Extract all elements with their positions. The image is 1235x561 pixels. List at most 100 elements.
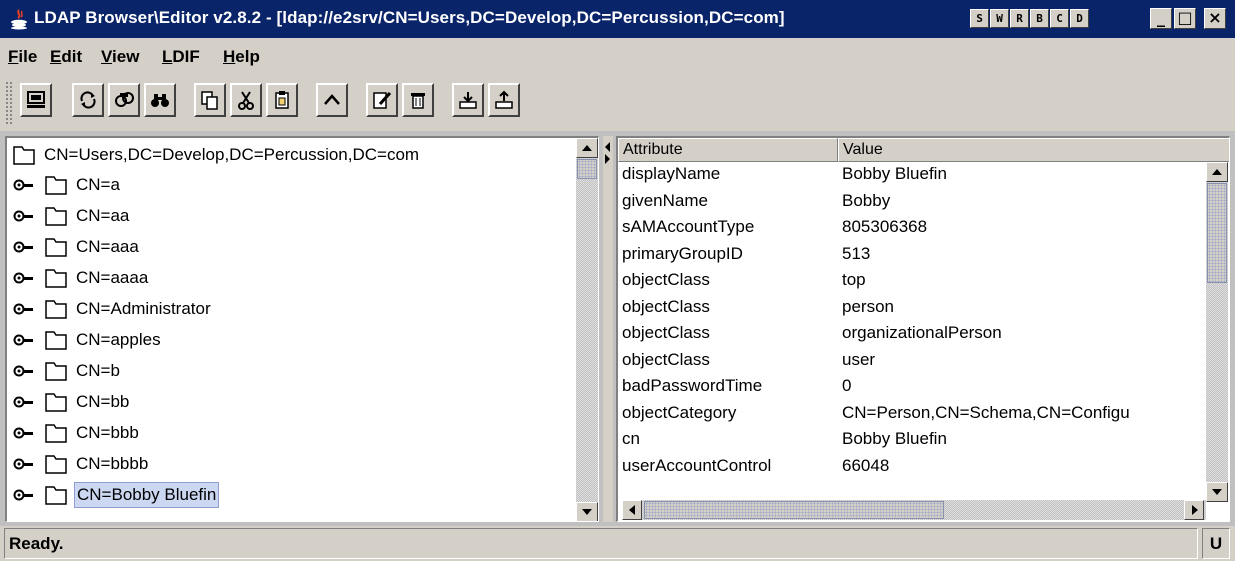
- title-bar[interactable]: LDAP Browser\Editor v2.8.2 - [ldap://e2s…: [0, 0, 1235, 38]
- menu-edit[interactable]: Edit: [50, 47, 82, 67]
- d-button[interactable]: D: [1070, 9, 1089, 28]
- c-button[interactable]: C: [1050, 9, 1069, 28]
- value-cell[interactable]: 66048: [842, 454, 1202, 478]
- table-row[interactable]: objectClass user: [618, 348, 1202, 372]
- value-cell[interactable]: Bobby Bluefin: [842, 162, 1202, 186]
- tree-item[interactable]: CN=bb: [13, 387, 131, 417]
- value-cell[interactable]: user: [842, 348, 1202, 372]
- menu-file[interactable]: File: [8, 47, 37, 67]
- table-scroll-up-button[interactable]: [1206, 162, 1228, 182]
- collapse-right-icon[interactable]: [605, 154, 610, 164]
- tree-root[interactable]: CN=Users,DC=Develop,DC=Percussion,DC=com: [13, 140, 421, 170]
- expand-key-icon[interactable]: [13, 423, 39, 443]
- w-button[interactable]: W: [990, 9, 1009, 28]
- expand-key-icon[interactable]: [13, 237, 39, 257]
- table-row[interactable]: sAMAccountType 805306368: [618, 215, 1202, 239]
- value-cell[interactable]: 805306368: [842, 215, 1202, 239]
- edit-button[interactable]: [366, 83, 398, 117]
- copy-button[interactable]: [194, 83, 226, 117]
- toolbar-grip[interactable]: [5, 81, 13, 125]
- table-row[interactable]: badPasswordTime 0: [618, 374, 1202, 398]
- paste-button[interactable]: [266, 83, 298, 117]
- attribute-cell[interactable]: givenName: [622, 189, 832, 213]
- table-row[interactable]: givenName Bobby: [618, 189, 1202, 213]
- table-row[interactable]: objectClass person: [618, 295, 1202, 319]
- menu-help[interactable]: Help: [223, 47, 260, 67]
- table-row[interactable]: objectCategory CN=Person,CN=Schema,CN=Con…: [618, 401, 1202, 425]
- table-row[interactable]: cn Bobby Bluefin: [618, 427, 1202, 451]
- expand-key-icon[interactable]: [13, 299, 39, 319]
- tree-scroll-up-button[interactable]: [576, 138, 598, 158]
- attribute-cell[interactable]: objectCategory: [622, 401, 832, 425]
- expand-key-icon[interactable]: [13, 330, 39, 350]
- r-button[interactable]: R: [1010, 9, 1029, 28]
- table-row[interactable]: primaryGroupID 513: [618, 242, 1202, 266]
- refresh-button[interactable]: [72, 83, 104, 117]
- tree-scroll-down-button[interactable]: [576, 502, 598, 521]
- tree-item[interactable]: CN=bbbb: [13, 449, 150, 479]
- minimize-button[interactable]: _: [1150, 8, 1172, 29]
- value-cell[interactable]: organizationalPerson: [842, 321, 1202, 345]
- directory-tree[interactable]: CN=Users,DC=Develop,DC=Percussion,DC=com…: [5, 136, 599, 522]
- tree-item[interactable]: CN=aaaa: [13, 263, 150, 293]
- panel-splitter[interactable]: [603, 136, 613, 522]
- table-row[interactable]: objectClass top: [618, 268, 1202, 292]
- value-cell[interactable]: 513: [842, 242, 1202, 266]
- attribute-cell[interactable]: badPasswordTime: [622, 374, 832, 398]
- value-cell[interactable]: top: [842, 268, 1202, 292]
- up-button[interactable]: [316, 83, 348, 117]
- attributes-table[interactable]: Attribute Value displayName Bobby Bluefin…: [616, 136, 1230, 522]
- search-button[interactable]: [108, 83, 140, 117]
- table-horizontal-scrollbar[interactable]: [622, 500, 1206, 520]
- collapse-left-icon[interactable]: [605, 142, 610, 152]
- column-header-attribute[interactable]: Attribute: [618, 138, 838, 162]
- b-button[interactable]: B: [1030, 9, 1049, 28]
- expand-key-icon[interactable]: [13, 175, 39, 195]
- close-button[interactable]: ×: [1204, 8, 1226, 29]
- table-row[interactable]: displayName Bobby Bluefin: [618, 162, 1202, 186]
- import-button[interactable]: [488, 83, 520, 117]
- tree-item[interactable]: CN=aa: [13, 201, 131, 231]
- expand-key-icon[interactable]: [13, 454, 39, 474]
- attribute-cell[interactable]: displayName: [622, 162, 832, 186]
- attribute-cell[interactable]: objectClass: [622, 321, 832, 345]
- table-vscroll-thumb[interactable]: [1207, 183, 1227, 283]
- tree-vertical-scrollbar[interactable]: [576, 138, 598, 521]
- menu-ldif[interactable]: LDIF: [162, 47, 200, 67]
- table-scroll-left-button[interactable]: [622, 500, 642, 520]
- expand-key-icon[interactable]: [13, 268, 39, 288]
- export-button[interactable]: [452, 83, 484, 117]
- find-button[interactable]: [144, 83, 176, 117]
- value-cell[interactable]: Bobby Bluefin: [842, 427, 1202, 451]
- attribute-cell[interactable]: userAccountControl: [622, 454, 832, 478]
- attribute-cell[interactable]: cn: [622, 427, 832, 451]
- tree-item[interactable]: CN=bbb: [13, 418, 141, 448]
- value-cell[interactable]: Bobby: [842, 189, 1202, 213]
- expand-key-icon[interactable]: [13, 361, 39, 381]
- maximize-button[interactable]: □: [1174, 8, 1196, 29]
- attribute-cell[interactable]: objectClass: [622, 295, 832, 319]
- value-cell[interactable]: 0: [842, 374, 1202, 398]
- attribute-cell[interactable]: sAMAccountType: [622, 215, 832, 239]
- tree-item[interactable]: CN=b: [13, 356, 122, 386]
- attribute-cell[interactable]: primaryGroupID: [622, 242, 832, 266]
- table-hscroll-thumb[interactable]: [644, 501, 944, 519]
- tree-item[interactable]: CN=Administrator: [13, 294, 213, 324]
- tree-item[interactable]: CN=Bobby Bluefin: [13, 480, 220, 510]
- attribute-cell[interactable]: objectClass: [622, 268, 832, 292]
- table-vertical-scrollbar[interactable]: [1206, 162, 1228, 502]
- attribute-cell[interactable]: objectClass: [622, 348, 832, 372]
- expand-key-icon[interactable]: [13, 485, 39, 505]
- table-scroll-right-button[interactable]: [1184, 500, 1204, 520]
- table-row[interactable]: objectClass organizationalPerson: [618, 321, 1202, 345]
- menu-view[interactable]: View: [101, 47, 139, 67]
- tree-item[interactable]: CN=apples: [13, 325, 163, 355]
- expand-key-icon[interactable]: [13, 206, 39, 226]
- table-scroll-down-button[interactable]: [1206, 482, 1228, 502]
- table-row[interactable]: userAccountControl 66048: [618, 454, 1202, 478]
- tree-scroll-thumb[interactable]: [577, 159, 597, 179]
- value-cell[interactable]: CN=Person,CN=Schema,CN=Configu: [842, 401, 1202, 425]
- tree-item[interactable]: CN=aaa: [13, 232, 141, 262]
- value-cell[interactable]: person: [842, 295, 1202, 319]
- tree-item[interactable]: CN=a: [13, 170, 122, 200]
